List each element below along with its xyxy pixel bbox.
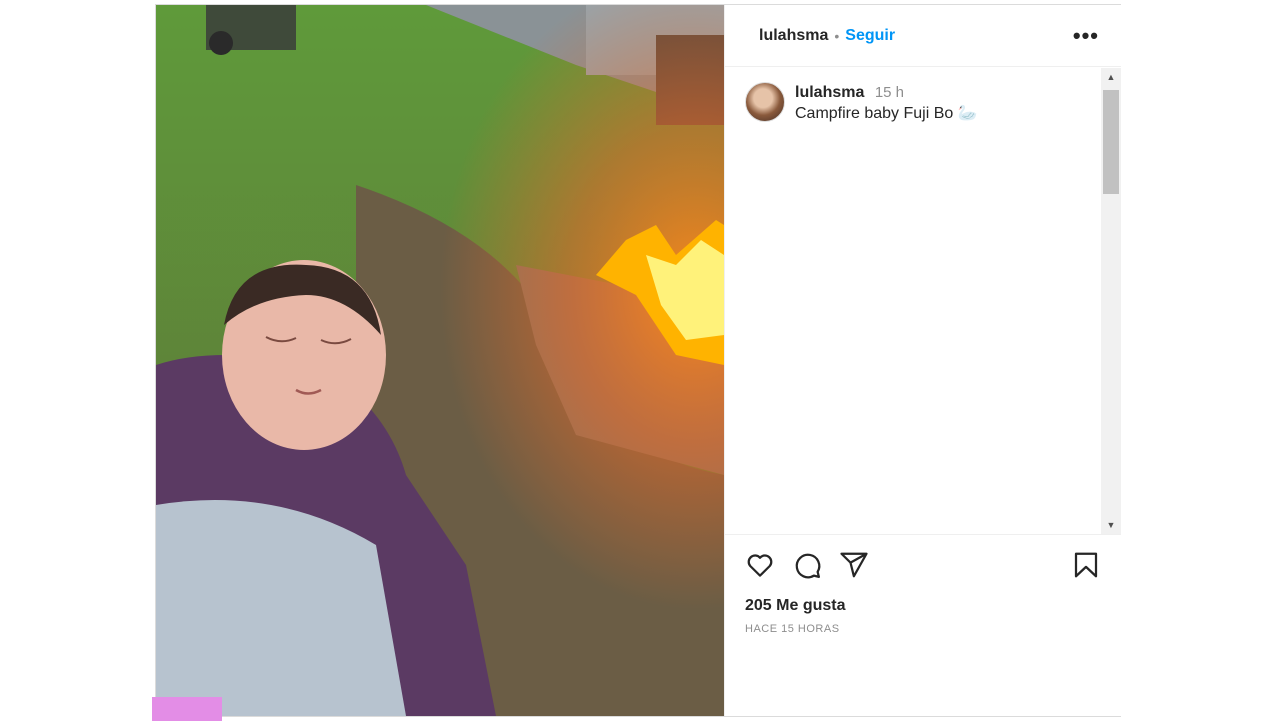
caption-block: lulahsma 15 h Campfire baby Fuji Bo 🦢 <box>795 82 978 124</box>
heart-icon[interactable] <box>745 550 775 580</box>
baby-campfire-image <box>156 5 724 716</box>
caption-username[interactable]: lulahsma <box>795 84 864 101</box>
post-photo[interactable] <box>156 5 724 716</box>
comment-icon[interactable] <box>792 550 822 580</box>
scroll-up-arrow-icon[interactable]: ▲ <box>1101 68 1121 86</box>
likes-count[interactable]: 205 Me gusta <box>725 581 1121 615</box>
separator-dot: • <box>834 27 840 44</box>
caption-timestamp[interactable]: 15 h <box>875 84 904 101</box>
more-options-icon[interactable]: ••• <box>1073 24 1099 46</box>
bookmark-icon[interactable] <box>1071 550 1101 580</box>
scroll-thumb[interactable] <box>1103 90 1119 194</box>
post-header: lulahsma • Seguir ••• <box>725 5 1121 67</box>
caption-text: Campfire baby Fuji Bo 🦢 <box>795 105 978 122</box>
avatar[interactable] <box>745 82 785 122</box>
comments-scrollbar[interactable]: ▲ ▼ <box>1101 68 1121 534</box>
caption-row: lulahsma 15 h Campfire baby Fuji Bo 🦢 <box>725 68 1101 124</box>
comments-area[interactable]: lulahsma 15 h Campfire baby Fuji Bo 🦢 <box>725 68 1101 534</box>
post-actions: 205 Me gusta HACE 15 HORAS <box>725 534 1121 635</box>
follow-button[interactable]: Seguir <box>845 27 895 45</box>
post-side-panel: lulahsma • Seguir ••• lulahsma 15 h Camp… <box>724 5 1121 716</box>
post-timestamp[interactable]: HACE 15 HORAS <box>725 615 1121 635</box>
scroll-down-arrow-icon[interactable]: ▼ <box>1101 516 1121 534</box>
pink-overlay-tab <box>152 697 222 721</box>
header-username[interactable]: lulahsma <box>759 27 828 45</box>
share-icon[interactable] <box>839 550 869 580</box>
action-icons-row <box>725 549 1121 581</box>
